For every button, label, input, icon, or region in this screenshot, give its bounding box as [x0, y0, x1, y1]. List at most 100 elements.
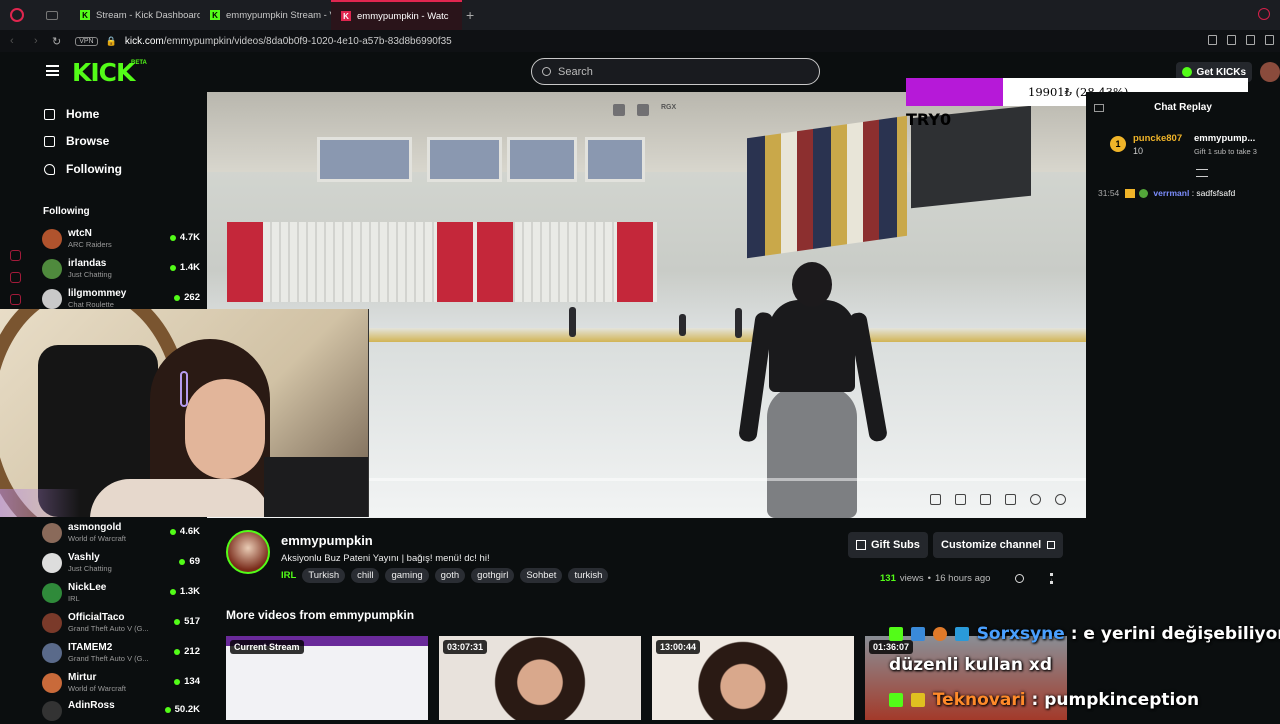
video-age: 16 hours ago: [934, 573, 991, 584]
hamburger-menu-icon[interactable]: [46, 65, 59, 76]
pinned-username[interactable]: puncke807: [1133, 133, 1182, 144]
bookmark-icon[interactable]: [1208, 35, 1217, 45]
channel-avatar: [42, 673, 62, 693]
customize-channel-button[interactable]: Customize channel: [933, 532, 1064, 558]
rgx-label[interactable]: RGX: [661, 104, 676, 116]
speed-icon[interactable]: [1030, 494, 1041, 505]
streamer-name[interactable]: emmypumpkin: [281, 533, 373, 548]
followed-channel-row[interactable]: wtcN ARC Raiders 4.7K: [42, 226, 200, 252]
kick-logo[interactable]: KICK: [72, 58, 135, 87]
viewer-count: 50.2K: [174, 704, 200, 715]
followed-channel-row[interactable]: asmongold World of Warcraft 4.6K: [42, 520, 200, 546]
video-scene-window: [585, 137, 645, 182]
settings-gear-icon[interactable]: [1055, 494, 1066, 505]
channel-name: lilgmommey: [68, 288, 127, 299]
tag-chip[interactable]: gaming: [385, 568, 429, 583]
send-icon[interactable]: [1265, 35, 1274, 45]
overlay-chat-text: düzenli kullan xd: [889, 655, 1053, 675]
tag-chip[interactable]: chill: [351, 568, 380, 583]
sidebar-item-label: Home: [66, 107, 100, 121]
kicks-coin-icon: [1181, 67, 1192, 77]
tab-kick-dashboard[interactable]: K Stream - Kick Dashboard: [70, 0, 200, 30]
channel-category: Chat Roulette: [68, 300, 114, 309]
video-scene-stand-red: [227, 222, 263, 302]
chat-username[interactable]: verrmanl: [1153, 188, 1189, 198]
channel-viewers: 134: [174, 676, 200, 687]
tab-manager-icon[interactable]: [46, 10, 58, 20]
clip-icon[interactable]: [955, 494, 966, 505]
wallet-icon[interactable]: [10, 272, 21, 283]
followed-channel-row[interactable]: AdinRoss 50.2K: [42, 698, 200, 724]
pinned-message[interactable]: 1 puncke807 10 emmypump... Gift 1 sub to…: [1096, 126, 1280, 166]
video-meta: 131 views • 16 hours ago: [880, 573, 990, 584]
overlay-chat-username: Teknovari: [932, 690, 1026, 710]
forward-arrow-icon[interactable]: ›: [34, 35, 48, 47]
pinned-channel-name[interactable]: emmypump...: [1194, 133, 1255, 144]
channel-name: ITAMEM2: [68, 642, 113, 653]
followed-channel-row[interactable]: Vashly Just Chatting 69: [42, 550, 200, 576]
category-link[interactable]: IRL: [281, 570, 296, 581]
channel-avatar: [42, 553, 62, 573]
snapshot-icon[interactable]: [1227, 35, 1236, 45]
lock-icon[interactable]: 🔒: [106, 36, 117, 47]
back-arrow-icon[interactable]: ‹: [10, 35, 24, 47]
gift-subs-button[interactable]: Gift Subs: [848, 532, 928, 558]
overlay-chat-line: Sorxsyne : e yerini değişebiliyon: [889, 624, 1280, 644]
og-badge-icon: [954, 627, 969, 641]
player-control-bar: [930, 494, 1066, 505]
browser-tab-bar: K Stream - Kick Dashboard K emmypumpkin …: [0, 0, 1280, 30]
followed-channel-row[interactable]: OfficialTaco Grand Theft Auto V (G... 51…: [42, 610, 200, 636]
tab-emmypumpkin-stream[interactable]: K emmypumpkin Stream - V: [200, 0, 331, 30]
beta-badge: BETA: [131, 60, 147, 66]
video-thumbnail[interactable]: Current Stream: [226, 636, 428, 720]
player-icon[interactable]: [10, 294, 21, 305]
chat-message: 31:54 verrmanl : sadfsfsafd: [1098, 188, 1235, 199]
kick-favicon-icon: K: [80, 10, 90, 20]
history-icon[interactable]: [10, 250, 21, 261]
followed-channel-row[interactable]: ITAMEM2 Grand Theft Auto V (G... 212: [42, 640, 200, 666]
expand-pinned-icon[interactable]: [1196, 169, 1208, 177]
sidebar-item-label: Browse: [66, 134, 110, 148]
tag-chip[interactable]: turkish: [568, 568, 609, 583]
video-thumbnail[interactable]: 13:00:44: [652, 636, 854, 720]
skip-icon[interactable]: [637, 104, 649, 116]
reload-icon[interactable]: ↻: [52, 35, 61, 48]
url-field[interactable]: kick.com/emmypumpkin/videos/8da0b0f9-102…: [125, 36, 452, 47]
theater-mode-icon[interactable]: [980, 494, 991, 505]
tab-emmypumpkin-watch[interactable]: K emmypumpkin - Watc: [331, 0, 462, 30]
followed-channel-row[interactable]: irlandas Just Chatting 1.4K: [42, 256, 200, 282]
followed-channel-row[interactable]: NickLee IRL 1.3K: [42, 580, 200, 606]
tag-chip[interactable]: Sohbet: [520, 568, 563, 583]
get-kicks-label: Get KICKs: [1196, 66, 1246, 78]
opera-logo-icon[interactable]: [10, 8, 24, 22]
chat-replay-title: Chat Replay: [1154, 102, 1212, 113]
channel-avatar: [42, 259, 62, 279]
sidebar-item-home[interactable]: Home: [44, 104, 99, 124]
new-tab-button[interactable]: +: [466, 7, 474, 23]
overlay-chat-username: Sorxsyne: [976, 624, 1065, 644]
user-avatar[interactable]: [1260, 62, 1280, 82]
tag-chip[interactable]: gothgirl: [471, 568, 515, 583]
skater-legs: [767, 387, 857, 518]
share-icon[interactable]: [1015, 574, 1024, 583]
followed-channel-row[interactable]: Mirtur World of Warcraft 134: [42, 670, 200, 696]
clip-icon[interactable]: [613, 104, 625, 116]
channel-avatar: [42, 583, 62, 603]
search-input[interactable]: Search: [531, 58, 820, 85]
chat-timestamp: 31:54: [1098, 188, 1120, 198]
search-tabs-icon[interactable]: [1258, 8, 1270, 20]
sidebar-item-following[interactable]: Following: [44, 159, 122, 179]
fullscreen-icon[interactable]: [1005, 494, 1016, 505]
tag-chip[interactable]: goth: [434, 568, 466, 583]
vpn-badge[interactable]: VPN: [75, 36, 98, 46]
wallet-icon[interactable]: [1246, 35, 1255, 45]
video-thumbnail[interactable]: 03:07:31: [439, 636, 641, 720]
tag-chip[interactable]: Turkish: [302, 568, 346, 583]
channel-category: Grand Theft Auto V (G...: [68, 624, 149, 633]
customize-channel-label: Customize channel: [941, 539, 1042, 551]
streamer-avatar[interactable]: [226, 530, 270, 574]
sidebar-item-browse[interactable]: Browse: [44, 131, 109, 151]
miniplayer-icon[interactable]: [930, 494, 941, 505]
more-options-icon[interactable]: [1050, 573, 1053, 584]
webcam-streamer-face: [185, 379, 265, 479]
